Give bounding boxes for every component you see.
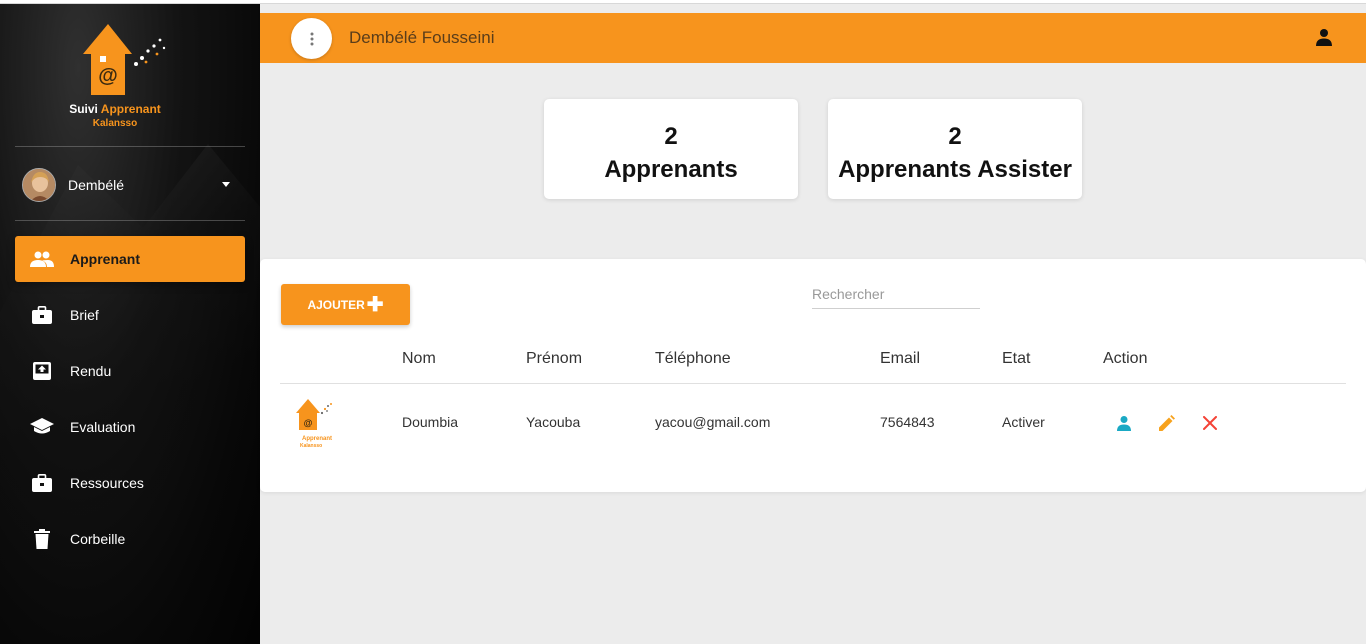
avatar: [22, 168, 56, 202]
sidebar-item-label: Corbeille: [70, 531, 126, 547]
delete-button[interactable]: [1201, 414, 1219, 432]
sidebar-item-ressources[interactable]: Ressources: [15, 460, 245, 506]
top-navbar: Dembélé Fousseini: [260, 13, 1366, 63]
column-header-prenom[interactable]: Prénom: [526, 350, 582, 368]
column-header-email[interactable]: Email: [880, 350, 920, 368]
person-icon: [1117, 416, 1131, 431]
svg-text:@: @: [304, 418, 313, 428]
column-header-telephone[interactable]: Téléphone: [655, 350, 731, 368]
row-logo-title: Apprenant: [302, 436, 332, 442]
trash-icon: [27, 527, 57, 551]
stat-card-apprenants: 2 Apprenants: [544, 99, 798, 199]
user-menu[interactable]: Dembélé: [22, 167, 242, 203]
sidebar-item-rendu[interactable]: Rendu: [15, 348, 245, 394]
page-title: Dembélé Fousseini: [349, 28, 495, 47]
cell-telephone: yacou@gmail.com: [655, 414, 771, 430]
app-logo[interactable]: @ Suivi Apprenant Kalansso: [60, 18, 180, 130]
house-logo-icon: @: [83, 24, 166, 95]
row-logo-subtitle: Kalansso: [300, 443, 323, 449]
house-logo-icon: @: [296, 399, 332, 430]
logo-subtitle: Kalansso: [92, 118, 138, 129]
pencil-icon: [1159, 415, 1175, 431]
sidebar-item-brief[interactable]: Brief: [15, 292, 245, 338]
apprenants-panel: AJOUTER✚ Nom Prénom Téléphone Email Etat…: [260, 259, 1366, 492]
cell-etat: Activer: [1002, 414, 1045, 430]
school-icon: [27, 415, 57, 439]
sidebar-item-label: Rendu: [70, 363, 112, 379]
sidebar-divider: [15, 220, 245, 221]
stat-label: Apprenants: [604, 156, 738, 183]
stat-value: 2: [664, 123, 678, 150]
stat-label: Apprenants Assister: [838, 156, 1072, 183]
cell-prenom: Yacouba: [526, 414, 581, 430]
briefcase-icon: [27, 303, 57, 327]
add-button-label: AJOUTER: [307, 297, 365, 312]
add-button[interactable]: AJOUTER ✚: [281, 284, 410, 325]
column-header-nom[interactable]: Nom: [402, 350, 436, 368]
sidebar-divider: [15, 146, 245, 147]
edit-button[interactable]: [1158, 414, 1176, 432]
view-profile-button[interactable]: [1115, 414, 1133, 432]
search-input[interactable]: [812, 279, 980, 309]
sidebar-item-evaluation[interactable]: Evaluation: [15, 404, 245, 450]
people-icon: [27, 247, 57, 271]
briefcase-icon: [27, 471, 57, 495]
cell-nom: Doumbia: [402, 414, 459, 430]
stat-card-apprenants-assister: 2 Apprenants Assister: [828, 99, 1082, 199]
table-header-divider: [280, 383, 1346, 384]
sidebar-item-label: Evaluation: [70, 419, 136, 435]
chevron-down-icon[interactable]: [222, 182, 230, 187]
more-options-button[interactable]: [291, 18, 332, 59]
row-logo: @ Apprenant Kalansso: [294, 397, 342, 451]
column-header-action: Action: [1103, 350, 1148, 367]
sidebar-item-label: Brief: [70, 307, 99, 323]
plus-icon: ✚: [366, 293, 384, 316]
sidebar-item-apprenant[interactable]: Apprenant: [15, 236, 245, 282]
logo-title: Suivi Apprenant: [69, 102, 161, 116]
stat-value: 2: [948, 123, 962, 150]
sidebar-item-label: Apprenant: [70, 251, 140, 267]
close-icon: [1203, 416, 1217, 430]
sidebar-item-label: Ressources: [70, 475, 144, 491]
cell-email: 7564843: [880, 414, 935, 430]
column-header-etat[interactable]: Etat: [1002, 350, 1030, 368]
user-name: Dembélé: [68, 177, 125, 193]
sidebar-item-corbeille[interactable]: Corbeille: [15, 516, 245, 562]
sidebar: @ Suivi Apprenant Kalansso Dembélé Appre…: [0, 4, 260, 644]
svg-text:@: @: [98, 65, 118, 87]
account-icon[interactable]: [1315, 28, 1333, 46]
more-vertical-icon: [310, 32, 313, 45]
inbox-upload-icon: [27, 359, 57, 383]
